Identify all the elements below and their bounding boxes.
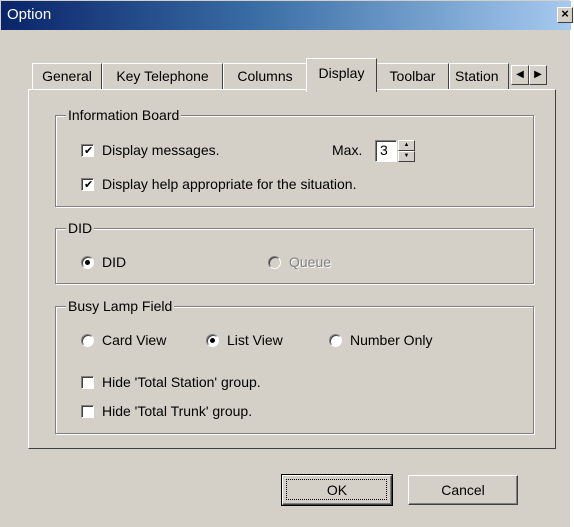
number-only-label: Number Only: [350, 332, 433, 348]
arrow-down-icon: ▼: [403, 153, 410, 159]
tab-label: Columns: [237, 68, 293, 84]
tab-display[interactable]: Display: [306, 58, 377, 92]
title-bar[interactable]: Option ×: [1, 1, 573, 30]
information-board-group: Information Board: [55, 106, 534, 207]
tab-label: General: [42, 68, 92, 84]
display-messages-checkbox[interactable]: ✔: [81, 144, 94, 157]
display-messages-label: Display messages.: [102, 142, 220, 158]
close-icon: ×: [561, 6, 569, 21]
tab-label: Key Telephone: [116, 68, 209, 84]
focus-rectangle: [286, 479, 387, 500]
arrow-right-icon: ▶: [534, 69, 542, 80]
check-icon: ✔: [84, 179, 94, 191]
busy-lamp-field-title: Busy Lamp Field: [66, 297, 175, 315]
option-dialog: Option × General Key Telephone Columns D…: [0, 0, 573, 527]
cancel-button[interactable]: Cancel: [408, 475, 518, 505]
hide-total-station-label: Hide 'Total Station' group.: [102, 374, 261, 390]
spin-down-button[interactable]: ▼: [398, 151, 415, 162]
tab-toolbar[interactable]: Toolbar: [376, 63, 449, 89]
window-title: Option: [7, 6, 52, 23]
did-radio[interactable]: [81, 256, 94, 269]
arrow-left-icon: ◀: [516, 69, 524, 80]
tab-label: Display: [318, 65, 365, 81]
did-title: DID: [66, 219, 95, 237]
list-view-radio[interactable]: [206, 334, 219, 347]
queue-radio-label: Queue: [289, 254, 332, 270]
list-view-label: List View: [227, 332, 283, 348]
radio-selected-dot: [85, 260, 90, 265]
card-view-radio[interactable]: [81, 334, 94, 347]
tab-scroll-right-button[interactable]: ▶: [529, 65, 547, 85]
number-only-radio[interactable]: [329, 334, 342, 347]
information-board-title: Information Board: [66, 106, 182, 124]
hide-total-trunk-label: Hide 'Total Trunk' group.: [102, 403, 253, 419]
display-help-label: Display help appropriate for the situati…: [102, 176, 357, 192]
tab-key-telephone[interactable]: Key Telephone: [102, 63, 223, 89]
spin-up-button[interactable]: ▲: [398, 140, 415, 151]
hide-total-station-checkbox[interactable]: [81, 376, 94, 389]
close-button[interactable]: ×: [557, 7, 573, 23]
tab-scroll-left-button[interactable]: ◀: [511, 65, 529, 85]
max-messages-spinner: ▲ ▼: [398, 140, 415, 162]
max-messages-input[interactable]: 3: [375, 140, 397, 162]
queue-radio[interactable]: [268, 256, 281, 269]
cancel-button-label: Cancel: [441, 482, 485, 498]
hide-total-trunk-checkbox[interactable]: [81, 405, 94, 418]
tab-columns[interactable]: Columns: [223, 63, 307, 89]
did-radio-label: DID: [102, 254, 127, 270]
arrow-up-icon: ▲: [403, 142, 410, 148]
max-label: Max.: [332, 142, 363, 158]
display-help-checkbox[interactable]: ✔: [81, 178, 94, 191]
tab-label: Station: [455, 68, 499, 84]
ok-button[interactable]: OK: [281, 474, 393, 506]
tab-label: Toolbar: [389, 68, 436, 84]
tab-station[interactable]: Station: [449, 63, 509, 89]
radio-selected-dot: [210, 338, 215, 343]
card-view-label: Card View: [102, 332, 167, 348]
tab-general[interactable]: General: [32, 63, 102, 89]
check-icon: ✔: [84, 145, 94, 157]
